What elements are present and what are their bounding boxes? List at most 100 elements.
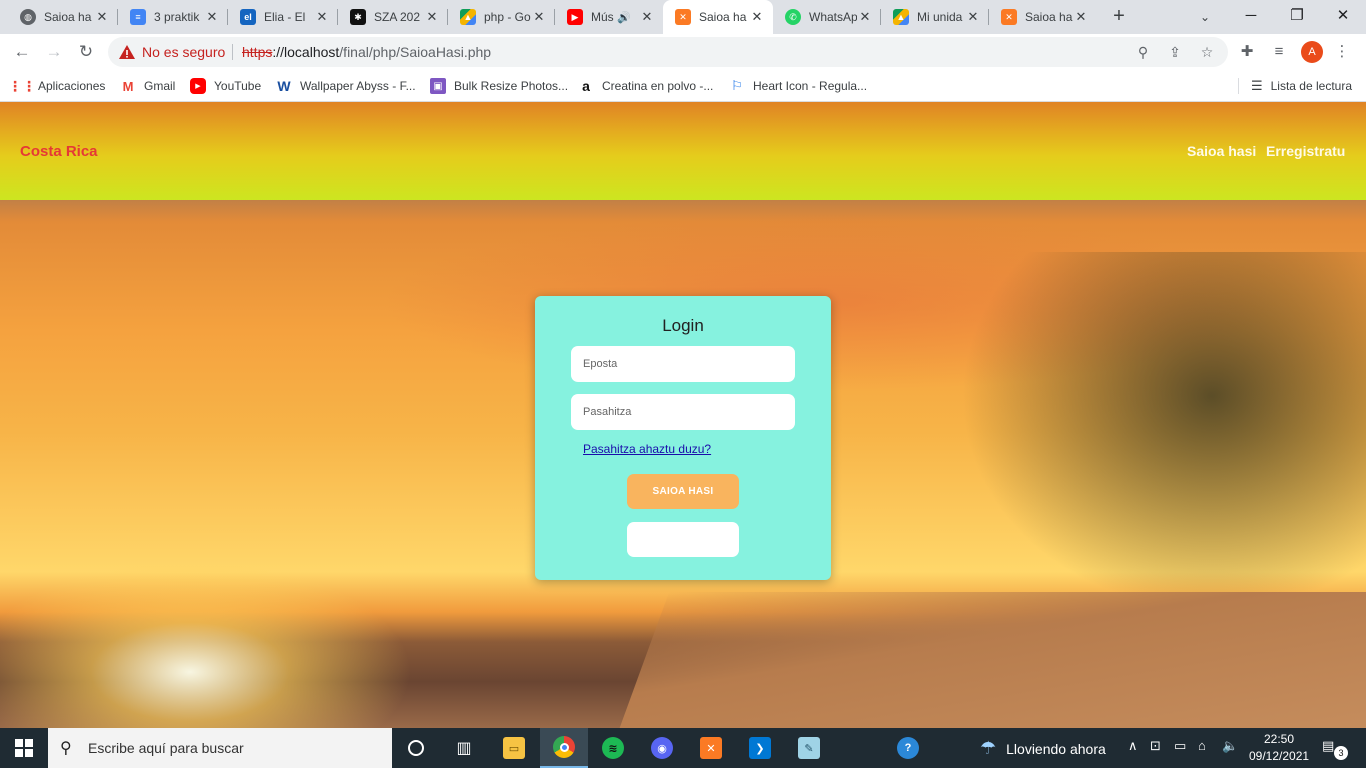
close-icon[interactable]: ✕ — [749, 9, 765, 25]
whatsapp-icon: ✆ — [785, 9, 801, 25]
tab-6[interactable]: ✕ Saioa ha ✕ — [663, 0, 773, 34]
notification-count: 3 — [1334, 746, 1348, 760]
url-scheme: https — [242, 44, 273, 60]
battery-icon[interactable]: ▭ — [1174, 738, 1186, 754]
url-path: /final/php/SaioaHasi.php — [339, 44, 492, 60]
amazon-icon: a — [582, 78, 590, 94]
secondary-button[interactable] — [627, 522, 739, 557]
tab-1[interactable]: ≡ 3 praktik ✕ — [118, 0, 228, 34]
close-icon[interactable]: ✕ — [204, 9, 220, 25]
site-brand[interactable]: Costa Rica — [20, 143, 98, 160]
password-field[interactable] — [571, 394, 795, 430]
address-bar[interactable]: No es seguro https://localhost/final/php… — [108, 37, 1228, 67]
forgot-password-link[interactable]: Pasahitza ahaztu duzu? — [583, 442, 711, 456]
task-view-icon[interactable]: ▥ — [440, 728, 488, 768]
vscode-icon[interactable]: ❯ — [736, 728, 784, 768]
tray-expand-icon[interactable]: ∧ — [1128, 738, 1138, 754]
media-control-icon[interactable]: ≡ — [1269, 42, 1289, 62]
restore-button[interactable]: ❐ — [1274, 0, 1320, 34]
cortana-icon[interactable] — [392, 728, 440, 768]
forward-icon[interactable]: → — [40, 38, 68, 66]
reading-list-label: Lista de lectura — [1270, 79, 1352, 93]
clock-time: 22:50 — [1263, 732, 1295, 746]
search-icon: ⚲ — [60, 740, 72, 757]
close-icon[interactable]: ✕ — [424, 9, 440, 25]
close-icon[interactable]: ✕ — [857, 9, 873, 25]
wifi-icon[interactable]: ⌂ — [1198, 738, 1206, 753]
reading-list-icon: ☰ — [1250, 78, 1263, 93]
new-tab-button[interactable]: + — [1107, 5, 1131, 29]
warning-icon[interactable] — [118, 43, 136, 61]
bookmark-apps[interactable]: ⋮⋮ Aplicaciones — [8, 76, 106, 96]
umbrella-icon: ☂ — [980, 738, 997, 758]
weather-widget[interactable]: ☂ Lloviendo ahora — [980, 738, 1106, 759]
profile-avatar[interactable]: A — [1301, 41, 1323, 63]
reload-icon[interactable]: ↻ — [72, 38, 100, 66]
page-viewport: Costa Rica Saioa hasi Erregistratu Login… — [0, 102, 1366, 728]
bookmark-heart-icon[interactable]: ⚐ Heart Icon - Regula... — [729, 76, 867, 96]
notepad-icon[interactable]: ✎ — [785, 728, 833, 768]
email-field[interactable] — [571, 346, 795, 382]
network-tray-icon[interactable]: ⊡ — [1150, 738, 1161, 754]
login-button[interactable]: SAIOA HASI — [627, 474, 739, 509]
close-icon[interactable]: ✕ — [314, 9, 330, 25]
minimize-button[interactable]: ─ — [1228, 0, 1274, 34]
windows-taskbar: ⚲ Escribe aquí para buscar ▥ ▭ ≋ ◉ ✕ ❯ ✎… — [0, 728, 1366, 768]
taskbar-search-placeholder: Escribe aquí para buscar — [88, 740, 244, 756]
volume-icon[interactable]: 🔈 — [1222, 738, 1238, 754]
tab-2[interactable]: el Elia - El ✕ — [228, 0, 338, 34]
apps-grid-icon: ⋮⋮ — [8, 77, 36, 94]
bookmark-amazon[interactable]: a Creatina en polvo -... — [578, 76, 713, 96]
tab-0[interactable]: ◍ Saioa ha ✕ — [8, 0, 118, 34]
xampp-icon[interactable]: ✕ — [687, 728, 735, 768]
bookmark-label: Gmail — [144, 79, 176, 93]
nav-login-link[interactable]: Saioa hasi — [1187, 143, 1256, 159]
tab-title: 3 praktik — [154, 10, 200, 24]
tab-4[interactable]: ▲ php - Go ✕ — [448, 0, 555, 34]
chrome-icon[interactable] — [540, 728, 588, 768]
close-icon[interactable]: ✕ — [94, 9, 110, 25]
url-host: ://localhost — [272, 44, 340, 60]
back-icon[interactable]: ← — [8, 38, 36, 66]
bookmark-bulk-resize[interactable]: ▣ Bulk Resize Photos... — [430, 76, 568, 96]
speaker-icon[interactable]: 🔊 — [617, 11, 631, 24]
bookmark-star-icon[interactable]: ☆ — [1197, 42, 1217, 62]
bookmark-label: Wallpaper Abyss - F... — [300, 79, 416, 93]
bookmark-label: Creatina en polvo -... — [602, 79, 714, 93]
bookmark-label: Aplicaciones — [38, 79, 106, 93]
taskbar-clock[interactable]: 22:50 09/12/2021 — [1249, 731, 1309, 765]
browser-toolbar: ← → ↻ No es seguro https://localhost/fin… — [0, 34, 1366, 70]
tab-9[interactable]: ✕ Saioa ha ✕ — [989, 0, 1097, 34]
tab-3[interactable]: ✱ SZA 202 ✕ — [338, 0, 448, 34]
share-icon[interactable]: ⇪ — [1165, 42, 1185, 62]
help-icon[interactable]: ? — [884, 728, 932, 768]
tab-8[interactable]: ▲ Mi unida ✕ — [881, 0, 989, 34]
discord-icon[interactable]: ◉ — [638, 728, 686, 768]
close-icon[interactable]: ✕ — [965, 9, 981, 25]
extensions-icon[interactable]: ✚ — [1237, 42, 1257, 62]
start-button[interactable] — [0, 728, 48, 768]
bookmark-gmail[interactable]: M Gmail — [120, 76, 176, 96]
tab-7[interactable]: ✆ WhatsAp ✕ — [773, 0, 881, 34]
taskbar-search[interactable]: ⚲ Escribe aquí para buscar — [48, 728, 392, 768]
bookmark-wallpaper-abyss[interactable]: W Wallpaper Abyss - F... — [276, 76, 416, 96]
tab-5[interactable]: ▶ Mús 🔊 ✕ — [555, 0, 663, 34]
url-text[interactable]: https://localhost/final/php/SaioaHasi.ph… — [242, 44, 491, 60]
tab-search-icon[interactable]: ⌄ — [1194, 6, 1216, 28]
security-label[interactable]: No es seguro — [142, 44, 225, 60]
file-explorer-icon[interactable]: ▭ — [490, 728, 538, 768]
close-icon[interactable]: ✕ — [1073, 9, 1089, 25]
window-close-button[interactable]: ✕ — [1320, 0, 1366, 34]
close-icon[interactable]: ✕ — [531, 9, 547, 25]
notification-center-icon[interactable]: ▤ 3 — [1322, 738, 1348, 760]
zoom-icon[interactable]: ⚲ — [1133, 42, 1153, 62]
xampp-icon: ✕ — [1001, 9, 1017, 25]
spotify-icon[interactable]: ≋ — [589, 728, 637, 768]
reading-list-button[interactable]: ☰ Lista de lectura — [1251, 76, 1352, 96]
menu-icon[interactable]: ⋮ — [1332, 42, 1352, 62]
bookmarks-divider — [1238, 78, 1239, 94]
bookmark-label: Bulk Resize Photos... — [454, 79, 569, 93]
close-icon[interactable]: ✕ — [639, 9, 655, 25]
nav-register-link[interactable]: Erregistratu — [1266, 143, 1345, 159]
bookmark-youtube[interactable]: ▶ YouTube — [190, 76, 261, 96]
